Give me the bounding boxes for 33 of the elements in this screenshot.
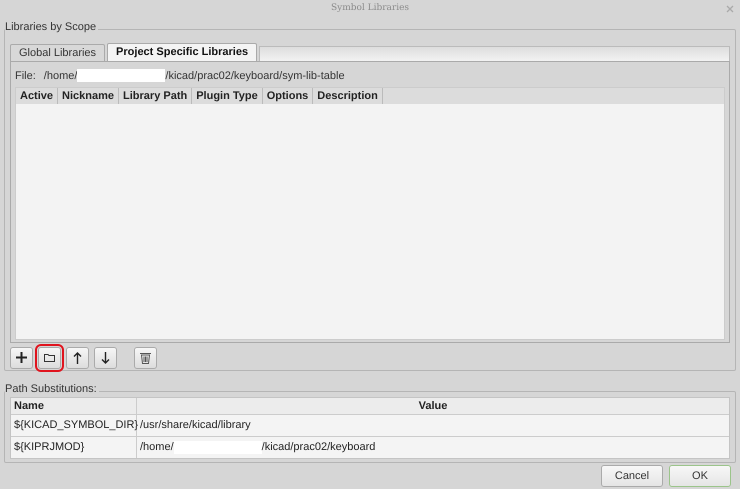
dialog-button[interactable]: OK xyxy=(669,465,731,487)
group-label: Libraries by Scope xyxy=(5,20,98,33)
group-label: Path Substitutions: xyxy=(5,382,99,394)
column-header[interactable]: Description xyxy=(313,88,383,104)
trash-icon xyxy=(140,352,151,364)
column-header: Value xyxy=(418,398,448,414)
column-header[interactable]: Nickname xyxy=(58,88,120,104)
column-header[interactable]: Plugin Type xyxy=(192,88,263,104)
up-arrow-icon xyxy=(73,352,82,364)
table-cell: /home/ xyxy=(140,441,174,453)
delete-button[interactable] xyxy=(134,346,157,369)
browse-button[interactable] xyxy=(38,346,61,369)
column-header[interactable]: Active xyxy=(16,88,58,104)
tab[interactable]: Global Libraries xyxy=(10,44,106,61)
add-button[interactable] xyxy=(10,346,33,369)
file-path: /home/ xyxy=(44,70,78,82)
file-path: /kicad/prac02/keyboard/sym-lib-table xyxy=(165,70,345,82)
table-cell: /usr/share/kicad/library xyxy=(140,419,251,431)
column-header: Name xyxy=(11,398,137,414)
file-label: File: xyxy=(15,70,36,82)
plus-icon xyxy=(16,352,27,364)
dialog-button[interactable]: Cancel xyxy=(601,465,663,487)
window-title: Symbol Libraries xyxy=(330,3,410,14)
down-arrow-icon xyxy=(101,352,110,364)
column-header[interactable]: Library Path xyxy=(119,88,192,104)
folder-icon xyxy=(44,353,55,362)
down-button[interactable] xyxy=(94,346,117,369)
table-cell: /kicad/prac02/keyboard xyxy=(262,441,376,453)
up-button[interactable] xyxy=(66,346,89,369)
table-cell: ${KICAD_SYMBOL_DIR} xyxy=(11,414,137,436)
column-header[interactable]: Options xyxy=(262,88,314,104)
table-cell: ${KIPRJMOD} xyxy=(11,436,137,458)
tab[interactable]: Project Specific Libraries xyxy=(107,42,258,61)
